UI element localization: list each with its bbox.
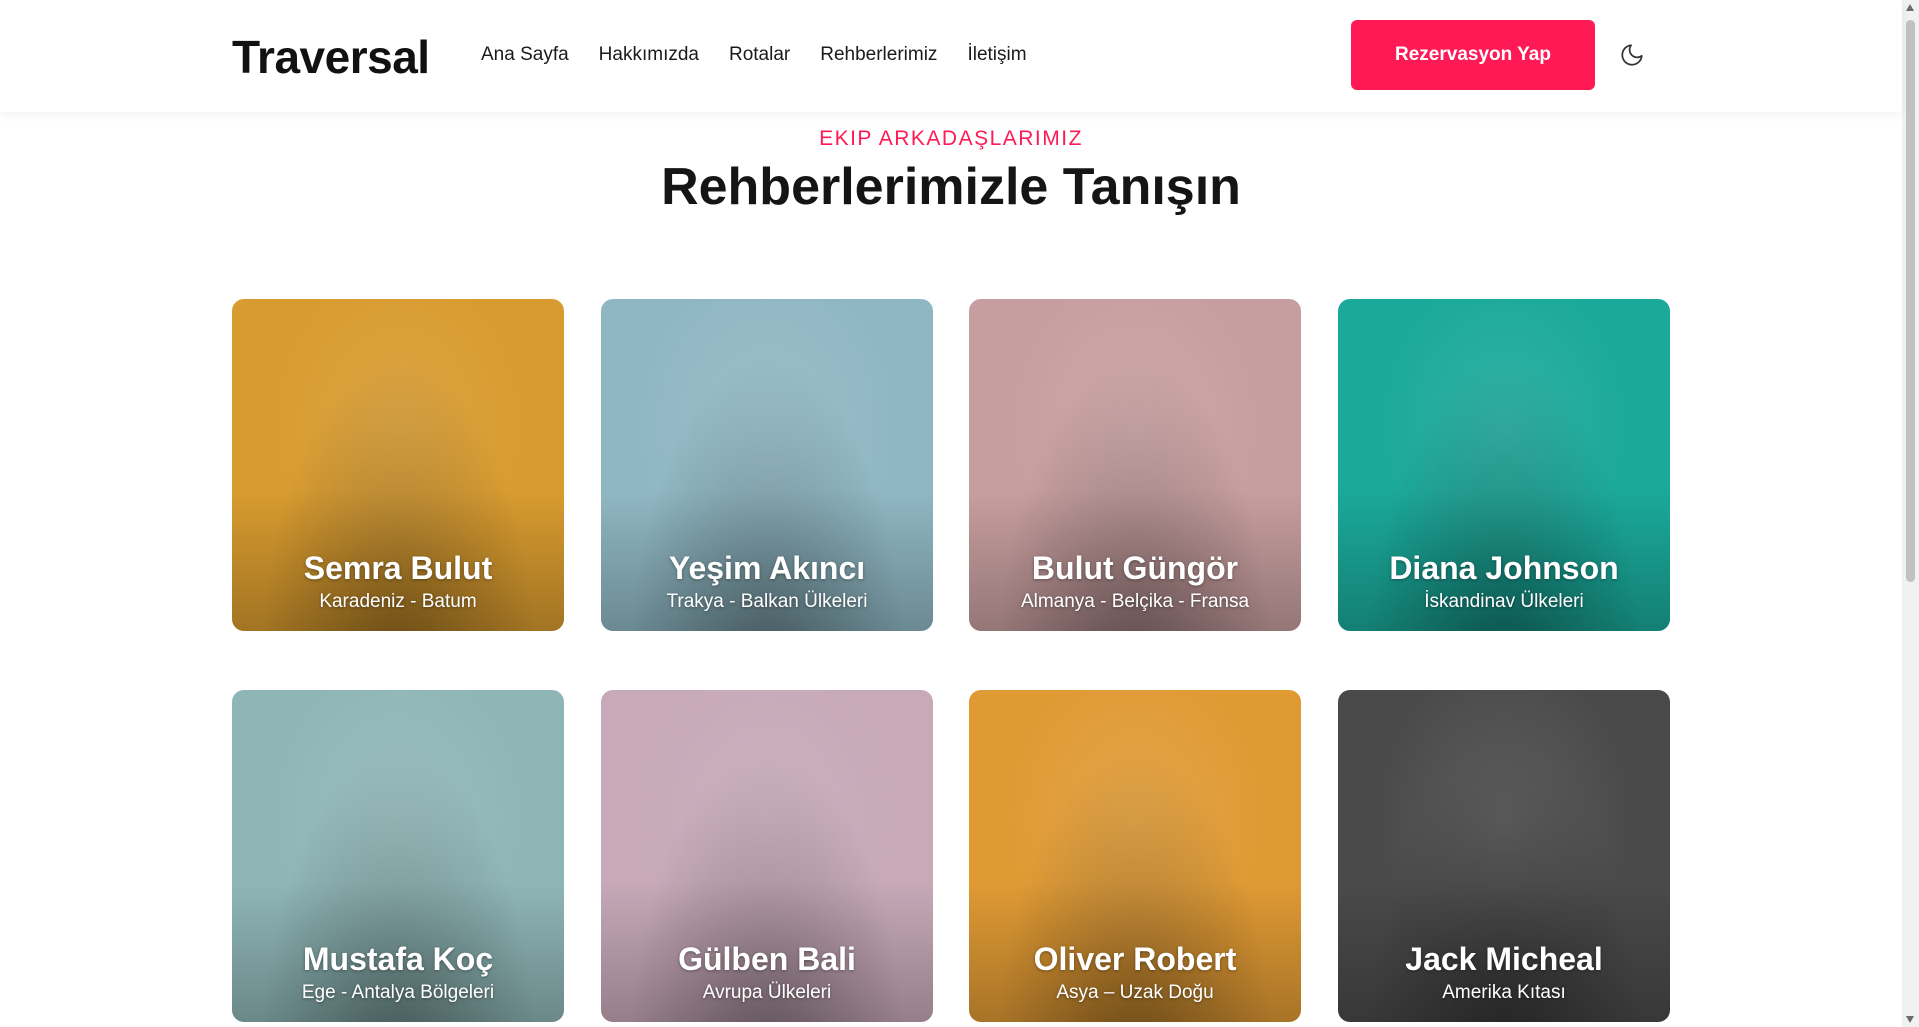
- nav-about[interactable]: Hakkımızda: [599, 44, 699, 66]
- guide-name: Jack Micheal: [1405, 941, 1603, 977]
- guide-region: Avrupa Ülkeleri: [702, 982, 832, 1003]
- guide-region: Trakya - Balkan Ülkeleri: [666, 591, 868, 612]
- moon-icon[interactable]: [1617, 40, 1647, 70]
- scroll-thumb[interactable]: [1906, 20, 1915, 582]
- guide-card[interactable]: Oliver Robert Asya – Uzak Doğu: [969, 690, 1301, 1022]
- guide-card[interactable]: Bulut Güngör Almanya - Belçika - Fransa: [969, 299, 1301, 631]
- guide-card[interactable]: Yeşim Akıncı Trakya - Balkan Ülkeleri: [601, 299, 933, 631]
- guide-name: Diana Johnson: [1389, 550, 1619, 586]
- nav-guides[interactable]: Rehberlerimiz: [820, 44, 937, 66]
- guide-name: Yeşim Akıncı: [668, 550, 866, 586]
- brand-logo[interactable]: Traversal: [232, 30, 430, 84]
- guide-card[interactable]: Semra Bulut Karadeniz - Batum: [232, 299, 564, 631]
- reservation-button[interactable]: Rezervasyon Yap: [1351, 20, 1595, 90]
- main-nav: Ana Sayfa Hakkımızda Rotalar Rehberlerim…: [481, 44, 1057, 66]
- guide-region: Amerika Kıtası: [1442, 982, 1566, 1003]
- guide-name: Semra Bulut: [303, 550, 493, 586]
- scroll-down-icon[interactable]: [1906, 1016, 1914, 1023]
- section-title: Rehberlerimizle Tanışın: [661, 158, 1241, 216]
- nav-contact[interactable]: İletişim: [967, 44, 1026, 66]
- guide-name: Gülben Bali: [678, 941, 856, 977]
- guide-name: Oliver Robert: [1033, 941, 1237, 977]
- guide-region: İskandinav Ülkeleri: [1424, 591, 1584, 612]
- guide-card[interactable]: Diana Johnson İskandinav Ülkeleri: [1338, 299, 1670, 631]
- guide-region: Almanya - Belçika - Fransa: [1020, 591, 1250, 612]
- guide-name: Bulut Güngör: [1031, 550, 1239, 586]
- nav-home[interactable]: Ana Sayfa: [481, 44, 569, 66]
- guide-region: Asya – Uzak Doğu: [1056, 982, 1214, 1003]
- guide-region: Karadeniz - Batum: [319, 591, 477, 612]
- nav-routes[interactable]: Rotalar: [729, 44, 790, 66]
- section-eyebrow: EKIP ARKADAŞLARIMIZ: [819, 127, 1083, 150]
- guide-card[interactable]: Gülben Bali Avrupa Ülkeleri: [601, 690, 933, 1022]
- guide-card[interactable]: Mustafa Koç Ege - Antalya Bölgeleri: [232, 690, 564, 1022]
- guide-name: Mustafa Koç: [302, 941, 494, 977]
- scroll-up-icon[interactable]: [1906, 4, 1914, 11]
- guide-region: Ege - Antalya Bölgeleri: [301, 982, 495, 1003]
- page-scrollbar[interactable]: [1902, 0, 1919, 1027]
- site-header: Traversal Ana Sayfa Hakkımızda Rotalar R…: [0, 0, 1902, 112]
- guide-card[interactable]: Jack Micheal Amerika Kıtası: [1338, 690, 1670, 1022]
